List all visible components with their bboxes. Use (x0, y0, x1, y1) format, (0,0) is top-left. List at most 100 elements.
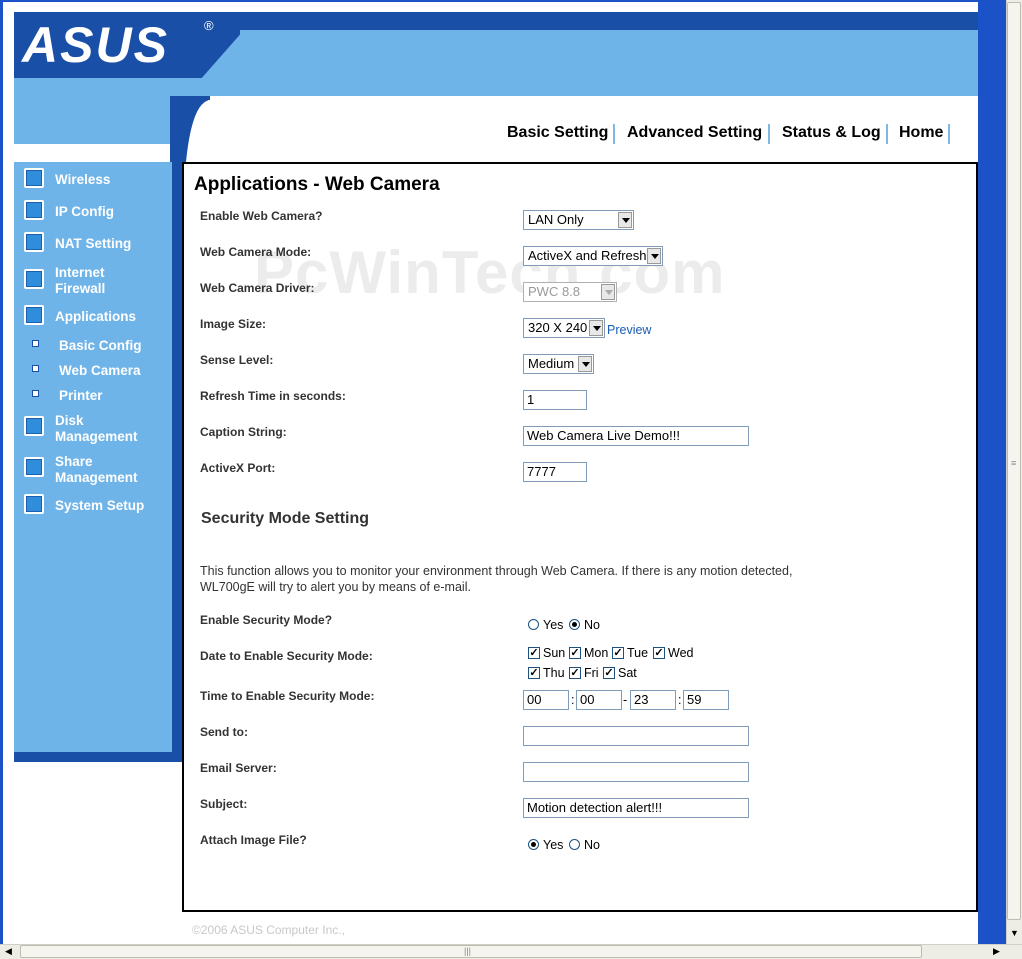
scroll-down-arrow-icon[interactable]: ▼ (1010, 928, 1019, 938)
select-value: LAN Only (528, 212, 584, 227)
image-size-select[interactable]: 320 X 240 (523, 318, 605, 338)
sidebar-item-internet-firewall[interactable]: Internet Firewall (55, 265, 135, 297)
bullet-icon (32, 340, 39, 347)
activex-port-input[interactable]: 7777 (523, 462, 587, 482)
sidebar-subitem-basic-config[interactable]: Basic Config (59, 338, 142, 353)
scroll-left-arrow-icon[interactable]: ◀ (5, 946, 12, 957)
nav-divider (768, 124, 770, 144)
option-label: Yes (543, 838, 564, 852)
select-value: Medium (528, 356, 575, 371)
day-label: Sun (543, 646, 566, 660)
label-activex-port: ActiveX Port: (200, 461, 276, 475)
sidebar-icon (24, 200, 44, 220)
checkbox-mon[interactable]: ✓ (569, 647, 581, 659)
nav-advanced-setting[interactable]: Advanced Setting (627, 124, 762, 142)
send-to-input[interactable] (523, 726, 749, 746)
sidebar-icon (24, 457, 44, 477)
option-label: No (584, 618, 600, 632)
checkbox-sun[interactable]: ✓ (528, 647, 540, 659)
sidebar-subitem-printer[interactable]: Printer (59, 388, 103, 403)
label-security-time: Time to Enable Security Mode: (200, 689, 375, 703)
chevron-down-icon (618, 212, 632, 228)
section-heading: Security Mode Setting (201, 510, 370, 527)
label-enable-security: Enable Security Mode? (200, 613, 333, 627)
preview-link[interactable]: Preview (607, 323, 651, 337)
sidebar-icon (24, 416, 44, 436)
registered-mark: ® (204, 18, 214, 33)
chevron-down-icon (589, 320, 603, 336)
sidebar-item-share-management[interactable]: Share Management (55, 454, 155, 486)
checkbox-wed[interactable]: ✓ (653, 647, 665, 659)
label-image-size: Image Size: (200, 317, 267, 331)
label-subject: Subject: (200, 797, 248, 811)
nav-divider (613, 124, 615, 144)
label-sense-level: Sense Level: (200, 353, 274, 367)
sidebar-item-ip-config[interactable]: IP Config (55, 204, 114, 220)
sidebar-icon (24, 494, 44, 514)
grip-icon: ≡ (1011, 458, 1017, 468)
checkbox-tue[interactable]: ✓ (612, 647, 624, 659)
sidebar-item-applications[interactable]: Applications (55, 309, 136, 325)
day-label: Sat (618, 666, 637, 680)
checkbox-fri[interactable]: ✓ (569, 667, 581, 679)
footer-copyright: ©2006 ASUS Computer Inc., (192, 923, 345, 937)
email-server-input[interactable] (523, 762, 749, 782)
checkbox-thu[interactable]: ✓ (528, 667, 540, 679)
label-refresh-time: Refresh Time in seconds: (200, 389, 346, 403)
day-label: Tue (627, 646, 649, 660)
chevron-down-icon (601, 284, 615, 300)
asus-logo[interactable]: ASUS ® (18, 14, 223, 73)
label-email-server: Email Server: (200, 761, 277, 775)
radio-security-yes[interactable] (528, 619, 539, 630)
caption-input[interactable]: Web Camera Live Demo!!! (523, 426, 749, 446)
window-frame-top (0, 0, 1022, 2)
label-security-days: Date to Enable Security Mode: (200, 649, 373, 663)
webcam-driver-select[interactable]: PWC 8.8 (523, 282, 617, 302)
chevron-down-icon (578, 356, 592, 372)
day-label: Thu (543, 666, 565, 680)
sidebar-item-nat-setting[interactable]: NAT Setting (55, 236, 131, 252)
enable-webcam-select[interactable]: LAN Only (523, 210, 634, 230)
day-label: Mon (584, 646, 609, 660)
grip-icon: ||| (464, 946, 472, 956)
vertical-scroll-thumb[interactable]: ≡ (1007, 2, 1021, 920)
nav-basic-setting[interactable]: Basic Setting (507, 124, 608, 142)
sidebar-icon (24, 269, 44, 289)
window-frame-left (0, 0, 3, 944)
time-separator: : (571, 693, 575, 707)
time-start-hour-input[interactable]: 00 (523, 690, 569, 710)
sidebar-item-wireless[interactable]: Wireless (55, 172, 110, 188)
checkbox-sat[interactable]: ✓ (603, 667, 615, 679)
sidebar-icon (24, 232, 44, 252)
label-caption: Caption String: (200, 425, 287, 439)
webcam-mode-select[interactable]: ActiveX and Refresh (523, 246, 663, 266)
scroll-right-arrow-icon[interactable]: ▶ (993, 946, 1000, 957)
sense-level-select[interactable]: Medium (523, 354, 594, 374)
nav-home[interactable]: Home (899, 124, 943, 142)
time-end-minute-input[interactable]: 59 (683, 690, 729, 710)
time-separator: : (678, 693, 682, 707)
nav-status-log[interactable]: Status & Log (782, 124, 881, 142)
sidebar-item-disk-management[interactable]: Disk Management (55, 413, 155, 445)
option-label: Yes (543, 618, 564, 632)
sidebar-icon (24, 168, 44, 188)
day-label: Fri (584, 666, 599, 680)
sidebar-item-system-setup[interactable]: System Setup (55, 498, 144, 514)
horizontal-scroll-thumb[interactable]: ||| (20, 945, 922, 958)
bullet-icon (32, 390, 39, 397)
label-attach-image: Attach Image File? (200, 833, 307, 847)
refresh-time-input[interactable]: 1 (523, 390, 587, 410)
select-value: ActiveX and Refresh (528, 248, 647, 263)
nav-divider (948, 124, 950, 144)
radio-security-no[interactable] (569, 619, 580, 630)
option-label: No (584, 838, 600, 852)
subject-input[interactable]: Motion detection alert!!! (523, 798, 749, 818)
window-frame-right (978, 0, 1006, 944)
time-start-minute-input[interactable]: 00 (576, 690, 622, 710)
time-end-hour-input[interactable]: 23 (630, 690, 676, 710)
radio-attach-yes[interactable] (528, 839, 539, 850)
sidebar-subitem-web-camera[interactable]: Web Camera (59, 363, 141, 378)
page-title: Applications - Web Camera (194, 174, 440, 195)
radio-attach-no[interactable] (569, 839, 580, 850)
time-separator: - (623, 693, 628, 707)
